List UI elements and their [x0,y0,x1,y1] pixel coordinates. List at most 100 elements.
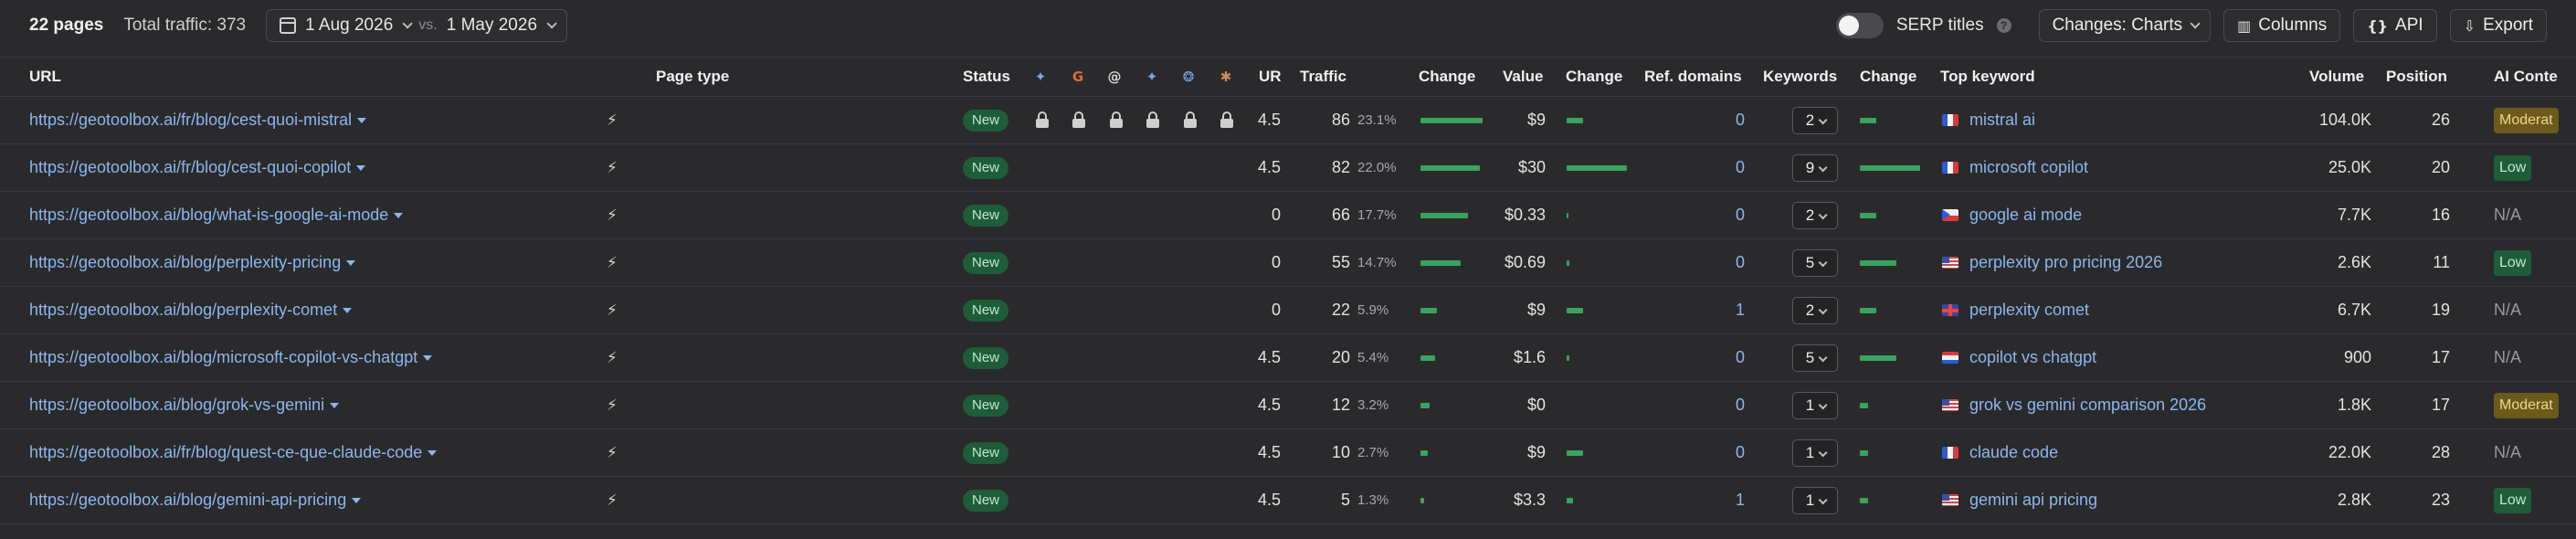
ref-domains-value[interactable]: 0 [1717,97,1745,143]
page-url-link[interactable]: https://geotoolbox.ai/blog/gemini-api-pr… [29,477,362,523]
caret-down-icon[interactable] [356,165,366,172]
keywords-dropdown[interactable]: 2 [1792,107,1838,134]
top-keyword-link[interactable]: gemini api pricing [1969,477,2097,523]
top-keyword-link[interactable]: claude code [1969,429,2058,476]
page-url[interactable]: https://geotoolbox.ai/blog/perplexity-co… [29,301,337,319]
top-keyword-link[interactable]: google ai mode [1969,192,2082,238]
page-url[interactable]: https://geotoolbox.ai/blog/what-is-googl… [29,206,388,224]
ref-domains-value[interactable]: 0 [1717,239,1745,286]
caret-down-icon[interactable] [346,260,356,267]
page-url-link[interactable]: https://geotoolbox.ai/blog/microsoft-cop… [29,334,433,381]
col-top-keyword[interactable]: Top keyword [1940,58,2035,96]
api-button[interactable]: {} API [2353,9,2437,42]
magic-wand-icon[interactable]: ⚡ [607,159,625,177]
page-url[interactable]: https://geotoolbox.ai/fr/blog/quest-ce-q… [29,443,422,461]
keywords-dropdown[interactable]: 1 [1792,392,1838,419]
lock-icon[interactable] [1072,111,1085,128]
page-url[interactable]: https://geotoolbox.ai/fr/blog/cest-quoi-… [29,158,351,176]
col-ur[interactable]: UR [1259,58,1282,96]
traffic-value: 12 [1331,396,1350,414]
top-keyword-link[interactable]: grok vs gemini comparison 2026 [1969,382,2206,428]
page-url[interactable]: https://geotoolbox.ai/fr/blog/cest-quoi-… [29,111,352,129]
openai-icon[interactable]: ❂ [1180,69,1197,85]
top-keyword-link[interactable]: microsoft copilot [1969,144,2088,191]
google-icon[interactable]: G [1070,69,1086,85]
sparkle-icon[interactable]: ✦ [1144,69,1160,85]
ref-domains-value[interactable]: 0 [1717,144,1745,191]
lock-icon[interactable] [1036,111,1049,128]
magic-wand-icon[interactable]: ⚡ [607,396,625,415]
page-url[interactable]: https://geotoolbox.ai/blog/microsoft-cop… [29,348,417,366]
export-button[interactable]: ⇩ Export [2449,9,2547,42]
perplexity-icon[interactable]: ✱ [1218,69,1234,85]
magic-wand-icon[interactable]: ⚡ [607,206,625,225]
page-url[interactable]: https://geotoolbox.ai/blog/perplexity-pr… [29,253,341,271]
col-ai-content[interactable]: AI Conte [2494,58,2558,96]
page-url-link[interactable]: https://geotoolbox.ai/fr/blog/quest-ce-q… [29,429,438,476]
keywords-dropdown[interactable]: 5 [1792,249,1838,277]
col-ref-domains[interactable]: Ref. domains [1644,58,1742,96]
page-url-link[interactable]: https://geotoolbox.ai/blog/what-is-googl… [29,192,404,238]
lock-icon[interactable] [1220,111,1233,128]
caret-down-icon[interactable] [357,118,367,124]
lock-icon[interactable] [1146,111,1159,128]
caret-down-icon[interactable] [428,450,438,457]
caret-down-icon[interactable] [394,213,404,219]
ref-domains-value[interactable]: 1 [1717,287,1745,333]
page-url-link[interactable]: https://geotoolbox.ai/fr/blog/cest-quoi-… [29,144,366,191]
columns-button[interactable]: ▥ Columns [2223,9,2341,42]
ref-domains-value[interactable]: 0 [1717,429,1745,476]
magic-wand-icon[interactable]: ⚡ [607,111,625,130]
changes-dropdown[interactable]: Changes: Charts [2038,9,2212,42]
top-keyword-link[interactable]: perplexity pro pricing 2026 [1969,239,2162,286]
date-range-picker[interactable]: 1 Aug 2026 vs. 1 May 2026 [266,9,568,42]
keywords-dropdown[interactable]: 5 [1792,344,1838,372]
col-page-type[interactable]: Page type [656,58,729,96]
ref-domains-value[interactable]: 1 [1717,477,1745,523]
keywords-dropdown[interactable]: 1 [1792,487,1838,514]
col-url[interactable]: URL [29,58,61,96]
lock-icon[interactable] [1184,111,1197,128]
col-traffic-change[interactable]: Change [1419,58,1475,96]
caret-down-icon[interactable] [352,498,362,504]
keywords-dropdown[interactable]: 9 [1792,154,1838,182]
col-volume[interactable]: Volume [2309,58,2364,96]
caret-down-icon[interactable] [423,355,433,362]
col-traffic[interactable]: Traffic [1300,58,1346,96]
magic-wand-icon[interactable]: ⚡ [607,254,625,272]
calendar-icon [280,17,297,34]
top-keyword-link[interactable]: copilot vs chatgpt [1969,334,2096,381]
top-keyword-link[interactable]: perplexity comet [1969,287,2089,333]
keywords-dropdown[interactable]: 2 [1792,297,1838,324]
page-url-link[interactable]: https://geotoolbox.ai/blog/perplexity-pr… [29,239,356,286]
caret-down-icon[interactable] [343,308,353,314]
caret-down-icon[interactable] [330,403,340,409]
help-icon[interactable]: ? [1996,18,2011,33]
ref-domains-value[interactable]: 0 [1717,334,1745,381]
magic-wand-icon[interactable]: ⚡ [607,444,625,462]
keywords-dropdown[interactable]: 2 [1792,202,1838,229]
col-keywords-change[interactable]: Change [1860,58,1916,96]
page-url-link[interactable]: https://geotoolbox.ai/blog/perplexity-co… [29,287,353,333]
top-keyword-link[interactable]: mistral ai [1969,97,2035,143]
magic-wand-icon[interactable]: ⚡ [607,349,625,367]
page-url-link[interactable]: https://geotoolbox.ai/fr/blog/cest-quoi-… [29,97,367,143]
col-value[interactable]: Value [1503,58,1543,96]
col-keywords[interactable]: Keywords [1763,58,1837,96]
page-url[interactable]: https://geotoolbox.ai/blog/grok-vs-gemin… [29,396,324,414]
ref-domains-value[interactable]: 0 [1717,382,1745,428]
sparkle-icon[interactable]: ✦ [1032,69,1049,85]
serp-titles-toggle[interactable] [1835,13,1884,38]
keywords-dropdown[interactable]: 1 [1792,439,1838,467]
page-url-link[interactable]: https://geotoolbox.ai/blog/grok-vs-gemin… [29,382,340,428]
chevron-down-icon [2190,18,2201,29]
col-status[interactable]: Status [963,58,1010,96]
col-position[interactable]: Position [2386,58,2447,96]
lock-icon[interactable] [1110,111,1123,128]
ref-domains-value[interactable]: 0 [1717,192,1745,238]
col-value-change[interactable]: Change [1566,58,1622,96]
magic-wand-icon[interactable]: ⚡ [607,491,625,510]
page-url[interactable]: https://geotoolbox.ai/blog/gemini-api-pr… [29,491,346,509]
at-icon[interactable]: @ [1106,69,1123,85]
magic-wand-icon[interactable]: ⚡ [607,301,625,320]
